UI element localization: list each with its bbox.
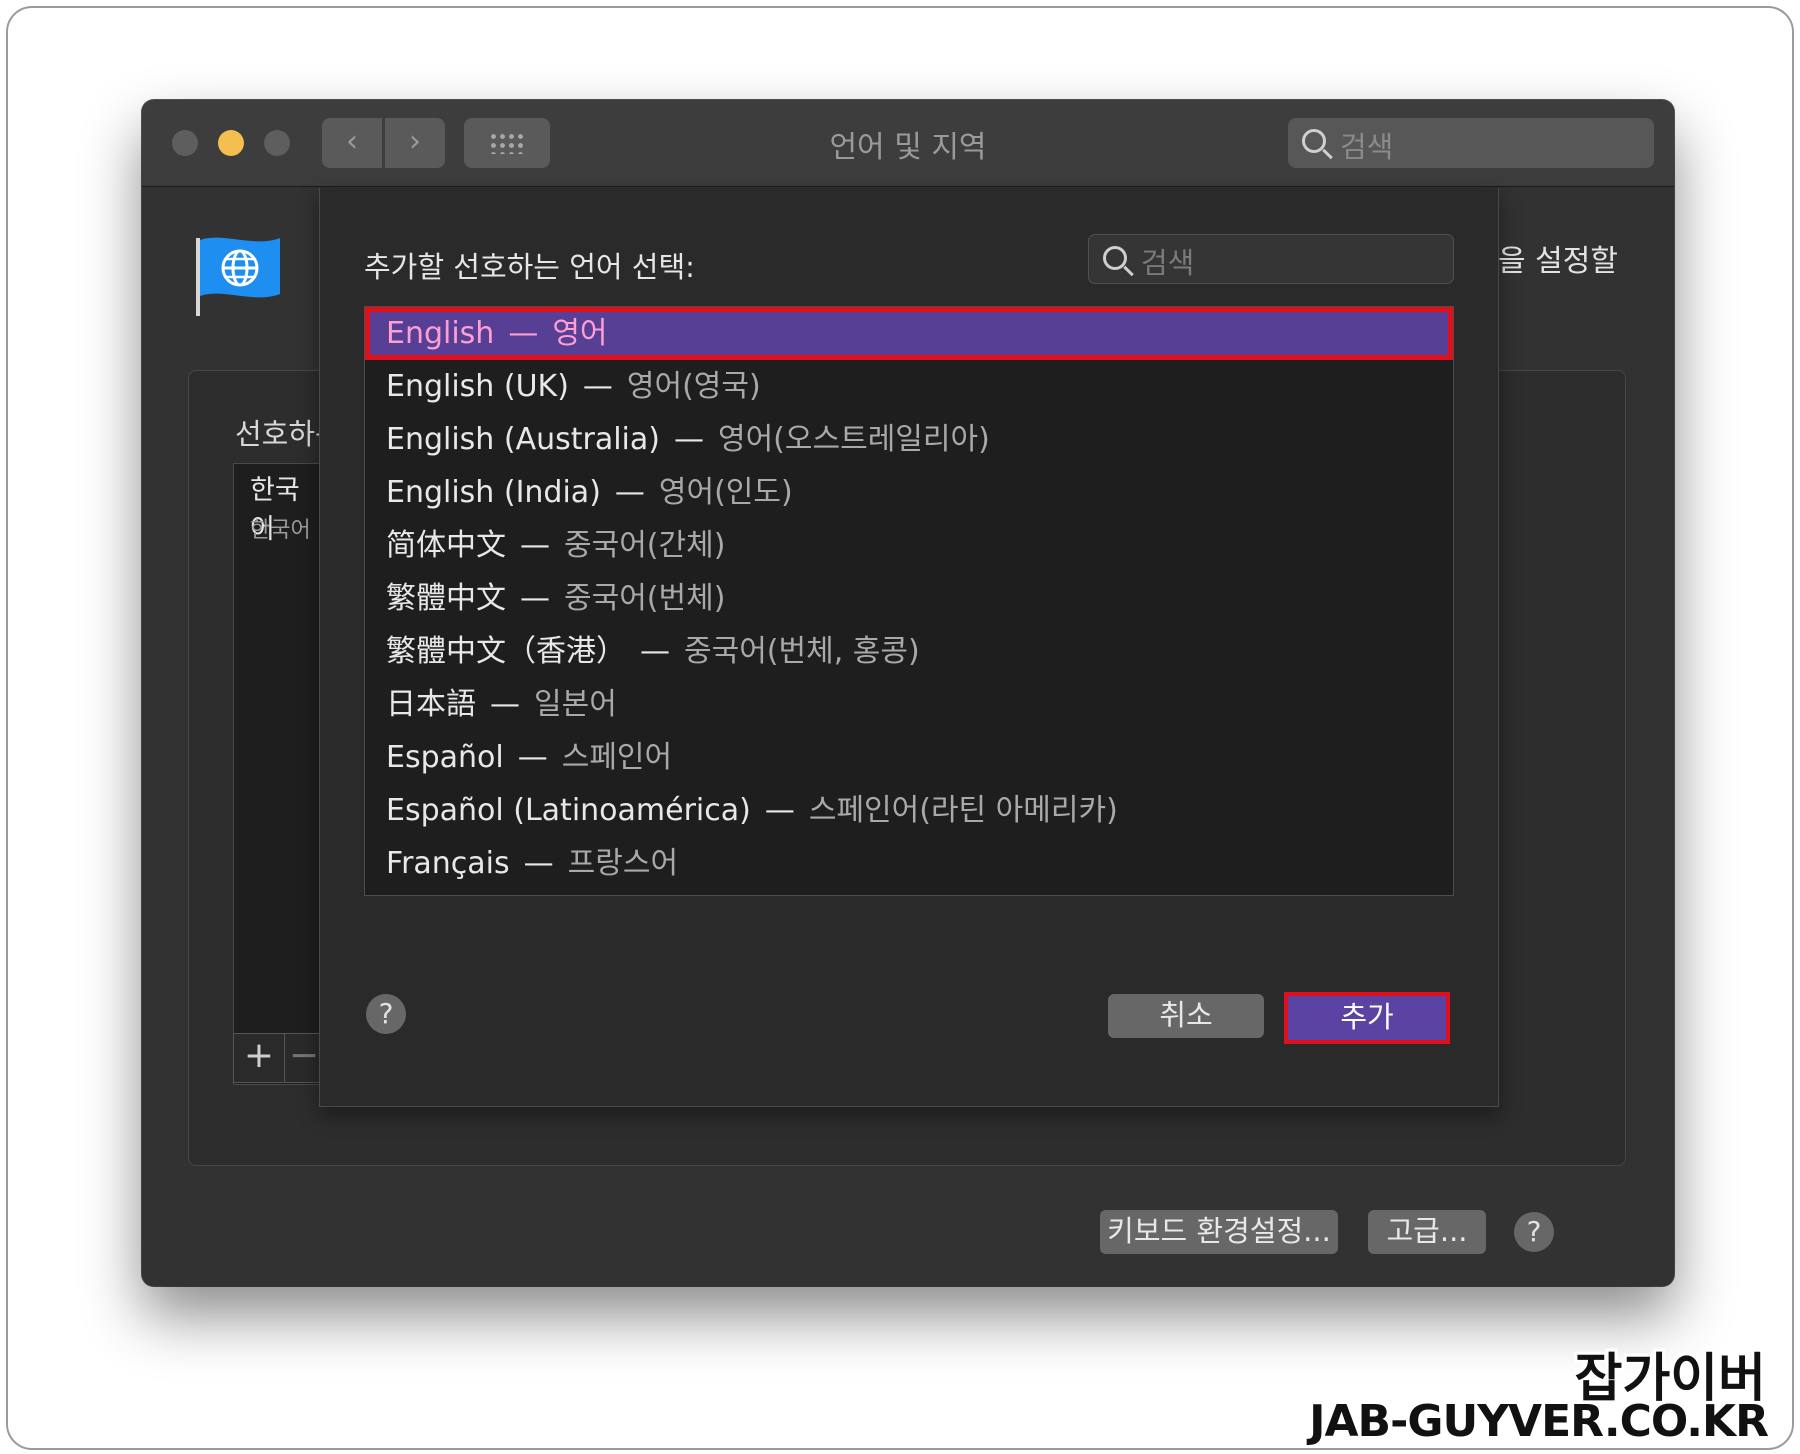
system-preferences-window: ‹ › 언어 및 지역 검색 을 설정할 선호하는 한국어 한국어 + − 키보…: [142, 100, 1674, 1286]
watermark-url: JAB-GUYVER.CO.KR: [1309, 1396, 1769, 1447]
language-korean-name: 영어(인도): [658, 475, 793, 510]
language-native-name: English (India): [386, 475, 601, 510]
language-korean-name: 영어: [552, 316, 608, 351]
list-item-sub: 한국어: [250, 518, 311, 543]
description-text: 을 설정할: [1498, 244, 1618, 279]
language-row[interactable]: English (India) — 영어(인도): [365, 466, 1453, 519]
remove-language-button[interactable]: −: [284, 1033, 324, 1083]
language-korean-name: 프랑스어: [567, 846, 679, 881]
separator: —: [520, 581, 550, 616]
language-korean-name: 영어(영국): [626, 369, 761, 404]
language-row[interactable]: Français (Canada)—프랑스어(캐나다): [365, 890, 1453, 895]
language-korean-name: 영어(오스트레일리아): [717, 422, 990, 457]
language-native-name: English (UK): [386, 369, 569, 404]
search-icon: [1103, 246, 1127, 270]
language-native-name: Español: [386, 740, 504, 775]
language-list[interactable]: English — 영어 English (UK) — 영어(영국) English (Au…: [364, 306, 1454, 896]
language-korean-name: 일본어: [534, 687, 617, 722]
search-icon: [1302, 129, 1326, 153]
language-native-name: 日本語: [386, 687, 476, 722]
language-native-name: Français: [386, 846, 510, 881]
separator: —: [490, 687, 520, 722]
screenshot-frame: ‹ › 언어 및 지역 검색 을 설정할 선호하는 한국어 한국어 + − 키보…: [6, 6, 1794, 1450]
add-language-button[interactable]: +: [233, 1033, 285, 1083]
language-native-name: 繁體中文: [386, 581, 506, 616]
language-native-name: English (Australia): [386, 422, 660, 457]
language-flag-icon: [196, 237, 280, 316]
language-row[interactable]: English (UK) — 영어(영국): [365, 360, 1453, 413]
window-search-field[interactable]: 검색: [1288, 118, 1654, 168]
language-row[interactable]: English — 영어: [365, 307, 1453, 360]
language-row[interactable]: 繁體中文 — 중국어(번체): [365, 572, 1453, 625]
help-button[interactable]: ?: [1514, 1212, 1554, 1252]
language-search-field[interactable]: 검색: [1088, 234, 1454, 284]
cancel-button[interactable]: 취소: [1108, 994, 1264, 1038]
language-korean-name: 스페인어: [561, 740, 673, 775]
language-native-name: English: [386, 316, 495, 351]
separator: —: [582, 369, 613, 404]
language-row[interactable]: Español (Latinoamérica) — 스페인어(라틴 아메리카): [365, 784, 1453, 837]
language-korean-name: 중국어(간체): [564, 528, 726, 563]
language-korean-name: 스페인어(라틴 아메리카): [808, 793, 1118, 828]
separator: —: [764, 793, 795, 828]
keyboard-preferences-button[interactable]: 키보드 환경설정...: [1100, 1210, 1338, 1254]
language-row[interactable]: English (Australia) — 영어(오스트레일리아): [365, 413, 1453, 466]
language-native-name: 繁體中文（香港）: [386, 634, 626, 669]
preferred-languages-list[interactable]: 한국어 한국어: [233, 463, 325, 1085]
search-placeholder: 검색: [1340, 130, 1394, 164]
separator: —: [523, 846, 554, 881]
language-korean-name: 중국어(번체, 홍콩): [684, 634, 920, 669]
language-korean-name: 중국어(번체): [564, 581, 726, 616]
language-row[interactable]: Español — 스페인어: [365, 731, 1453, 784]
add-language-sheet: 추가할 선호하는 언어 선택: 검색 English — 영어 English (UK…: [319, 188, 1499, 1107]
help-button[interactable]: ?: [366, 994, 406, 1034]
sheet-title: 추가할 선호하는 언어 선택:: [364, 250, 695, 284]
separator: —: [673, 422, 704, 457]
search-placeholder: 검색: [1141, 246, 1195, 280]
separator: —: [508, 316, 539, 351]
add-button[interactable]: 추가: [1284, 992, 1450, 1044]
separator: —: [520, 528, 550, 563]
language-row[interactable]: 日本語 — 일본어: [365, 678, 1453, 731]
advanced-button[interactable]: 고급...: [1368, 1210, 1486, 1254]
language-row[interactable]: 简体中文 — 중국어(간체): [365, 519, 1453, 572]
separator: —: [640, 634, 670, 669]
language-native-name: 简体中文: [386, 528, 506, 563]
separator: —: [614, 475, 645, 510]
language-row[interactable]: 繁體中文（香港） — 중국어(번체, 홍콩): [365, 625, 1453, 678]
language-native-name: Español (Latinoamérica): [386, 793, 751, 828]
separator: —: [517, 740, 548, 775]
title-bar: ‹ › 언어 및 지역 검색: [142, 100, 1674, 187]
language-row[interactable]: Français — 프랑스어: [365, 837, 1453, 890]
